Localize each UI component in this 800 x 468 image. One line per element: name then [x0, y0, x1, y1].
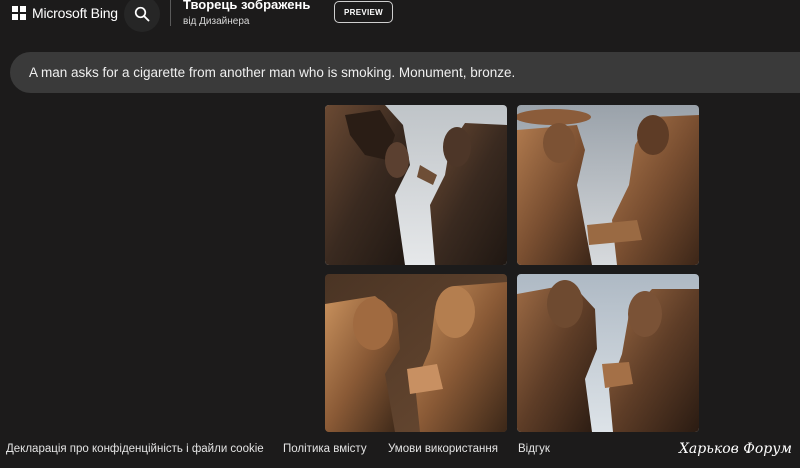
microsoft-logo-icon — [12, 6, 26, 20]
bronze-statue-image-1 — [325, 105, 507, 265]
header-divider — [170, 0, 171, 26]
terms-link[interactable]: Умови використання — [388, 443, 498, 455]
generated-image-1[interactable] — [325, 105, 507, 265]
prompt-text: A man asks for a cigarette from another … — [29, 65, 516, 80]
bronze-statue-image-4 — [517, 274, 699, 432]
generated-image-2[interactable] — [517, 105, 699, 265]
generated-image-3[interactable] — [325, 274, 507, 432]
search-icon — [134, 6, 150, 22]
prompt-input[interactable]: A man asks for a cigarette from another … — [10, 52, 800, 93]
search-button[interactable] — [124, 0, 160, 32]
preview-button[interactable]: PREVIEW — [334, 1, 393, 23]
page-subtitle: від Дизайнера — [183, 16, 250, 27]
privacy-link[interactable]: Декларація про конфіденційність і файли … — [6, 443, 264, 455]
page-title: Творець зображень — [183, 0, 311, 12]
content-policy-link[interactable]: Політика вмісту — [283, 443, 367, 455]
generated-image-4[interactable] — [517, 274, 699, 432]
feedback-link[interactable]: Відгук — [518, 443, 550, 455]
bing-logo[interactable]: Microsoft Bing — [12, 4, 118, 22]
brand-name: Microsoft Bing — [32, 5, 118, 21]
top-header: Microsoft Bing Творець зображень від Диз… — [0, 0, 800, 38]
bronze-statue-image-3 — [325, 274, 507, 432]
footer: Декларація про конфіденційність і файли … — [0, 432, 800, 468]
bronze-statue-image-2 — [517, 105, 699, 265]
forum-watermark: Харьков Форум — [678, 441, 792, 457]
